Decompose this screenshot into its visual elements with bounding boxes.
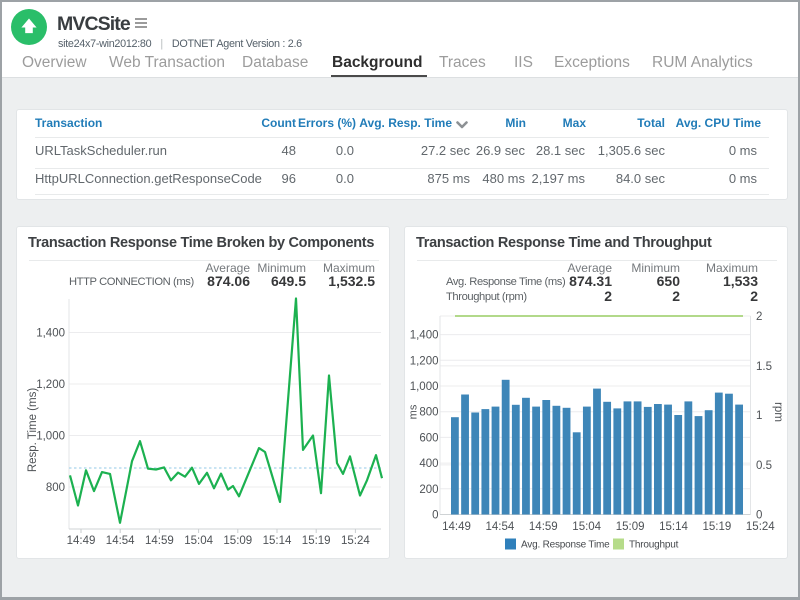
svg-text:rpm: rpm <box>772 402 784 422</box>
svg-text:400: 400 <box>419 458 438 470</box>
svg-text:2: 2 <box>756 311 762 323</box>
svg-text:ms: ms <box>408 404 420 419</box>
svg-text:800: 800 <box>419 407 438 419</box>
svg-text:Throughput: Throughput <box>629 540 679 551</box>
svg-text:15:19: 15:19 <box>703 521 732 533</box>
svg-text:1,400: 1,400 <box>410 330 439 342</box>
svg-text:15:09: 15:09 <box>616 521 645 533</box>
svg-text:1.5: 1.5 <box>756 361 772 373</box>
svg-text:1,400: 1,400 <box>36 328 65 340</box>
svg-text:14:54: 14:54 <box>486 521 515 533</box>
svg-text:600: 600 <box>419 432 438 444</box>
svg-text:14:54: 14:54 <box>106 535 135 547</box>
svg-text:800: 800 <box>46 482 65 494</box>
svg-text:15:24: 15:24 <box>341 535 370 547</box>
svg-text:15:09: 15:09 <box>223 535 252 547</box>
svg-text:1: 1 <box>756 410 762 422</box>
svg-text:0.5: 0.5 <box>756 460 772 472</box>
svg-text:1,000: 1,000 <box>410 381 439 393</box>
svg-text:0: 0 <box>756 510 762 522</box>
svg-text:14:59: 14:59 <box>145 535 174 547</box>
svg-text:15:04: 15:04 <box>572 521 601 533</box>
svg-text:0: 0 <box>432 510 438 522</box>
svg-text:1,200: 1,200 <box>36 379 65 391</box>
svg-text:15:24: 15:24 <box>746 521 775 533</box>
svg-text:15:14: 15:14 <box>659 521 688 533</box>
svg-text:15:14: 15:14 <box>263 535 292 547</box>
svg-text:Avg. Response Time: Avg. Response Time <box>521 540 610 551</box>
svg-text:1,200: 1,200 <box>410 355 439 367</box>
svg-text:200: 200 <box>419 484 438 496</box>
svg-text:14:49: 14:49 <box>67 535 96 547</box>
svg-text:15:19: 15:19 <box>302 535 331 547</box>
svg-text:15:04: 15:04 <box>184 535 213 547</box>
svg-text:Resp. Time (ms): Resp. Time (ms) <box>27 388 39 473</box>
svg-text:1,000: 1,000 <box>36 431 65 443</box>
svg-text:14:59: 14:59 <box>529 521 558 533</box>
svg-text:14:49: 14:49 <box>442 521 471 533</box>
